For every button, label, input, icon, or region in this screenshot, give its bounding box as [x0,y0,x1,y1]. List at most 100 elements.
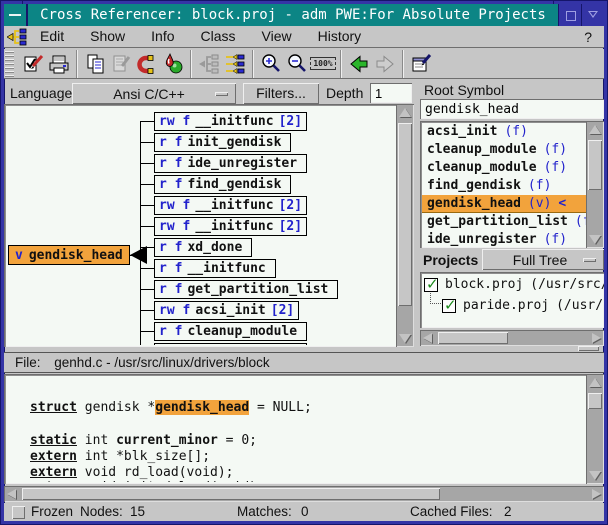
menu-view[interactable]: View [249,26,305,47]
edit-file-button-disabled[interactable] [108,50,134,78]
symbol-list-item[interactable]: cleanup_module(f) [422,141,586,159]
edit-annotate-button[interactable] [20,50,46,78]
zoom-in-icon [260,53,282,75]
project-mode-dropdown[interactable]: Full Tree [482,249,604,270]
scrollbar-thumb[interactable] [438,332,508,344]
code-vertical-scrollbar[interactable] [586,374,604,484]
menu-edit[interactable]: Edit [27,26,77,47]
magnet-filter-button[interactable] [134,50,160,78]
tree-node[interactable]: rw f__initfunc[2] [154,343,307,345]
checked-checkbox-icon[interactable] [442,299,456,313]
title-bar[interactable]: Cross Referencer: block.proj - adm PWE:F… [4,4,604,26]
checked-checkbox-icon[interactable] [424,278,438,292]
pane-sash-handle[interactable] [578,346,599,351]
symbol-list-item[interactable]: get_partition_list(f) [422,213,586,231]
scroll-up-arrow[interactable] [396,104,414,121]
scrollbar-track[interactable] [396,121,414,330]
scroll-right-arrow[interactable] [588,486,604,502]
scroll-down-arrow[interactable] [586,231,604,248]
filters-button[interactable]: Filters... [243,83,319,104]
minimize-button[interactable] [4,4,28,26]
language-dropdown[interactable]: Ansi C/C++ [72,83,236,104]
symbol-list-item[interactable]: cleanup_module(f) [422,159,586,177]
maximize-button[interactable] [558,4,581,26]
project-item[interactable]: block.proj (/usr/src/lin [424,277,604,292]
tree-connector [140,121,154,122]
symbol-list-item[interactable]: ide_unregister(f) [422,231,586,249]
reference-tree-panel[interactable]: v gendisk_head rw f__initfunc[2] r finit… [4,104,414,347]
scroll-down-arrow[interactable] [396,330,414,347]
tree-node[interactable]: rw f__initfunc[2] [154,217,307,236]
magnet-icon [136,53,158,75]
tree-node[interactable]: r finit_gendisk [154,133,291,152]
scroll-up-arrow[interactable] [586,121,604,138]
tree-node[interactable]: r fxd_done [154,238,252,257]
depth-input[interactable] [370,83,412,103]
status-bar: Frozen Nodes: 15 Matches: 0 Cached Files… [4,503,604,521]
root-arrow-icon [130,246,147,264]
print-button[interactable] [46,50,72,78]
menu-show[interactable]: Show [77,26,138,47]
scrollbar-thumb[interactable] [588,393,602,409]
scrollbar-track[interactable] [586,391,604,467]
tree-node[interactable]: r fget_partition_list [154,280,338,299]
option-menu-dash-icon [215,92,228,96]
zoom-in-button[interactable] [258,50,284,78]
symbol-list-scrollbar[interactable] [586,121,604,248]
symbol-list-item[interactable]: find_gendisk(f) [422,177,586,195]
zoom-out-button[interactable] [284,50,310,78]
tree-vertical-scrollbar[interactable] [396,104,414,347]
frozen-checkbox[interactable] [12,506,25,519]
projects-label: Projects [423,252,478,268]
root-symbol-input[interactable] [420,99,604,119]
scroll-left-arrow[interactable] [420,330,436,346]
properties-button[interactable] [408,50,434,78]
source-code-panel[interactable]: */ struct gendisk *gendisk_head = NULL; … [4,374,604,484]
symbol-list-item[interactable]: acsi_init(f) [422,123,586,141]
history-back-button[interactable] [346,50,372,78]
tree-node[interactable]: rw f__initfunc[2] [154,196,307,215]
symbol-list-item-selected[interactable]: gendisk_head(v)< [422,195,586,213]
scrollbar-thumb[interactable] [22,488,440,500]
scrollbar-thumb[interactable] [588,140,602,190]
tree-node[interactable]: rw f__initfunc[2] [154,112,307,131]
graph-layout-button-disabled[interactable] [196,50,222,78]
scroll-up-arrow[interactable] [586,374,604,391]
reference-tree: v gendisk_head rw f__initfunc[2] r finit… [6,106,394,345]
scrollbar-track[interactable] [586,138,604,231]
scrollbar-thumb[interactable] [398,123,412,306]
toolbar-grip-handle[interactable] [5,51,14,77]
scrollbar-track[interactable] [20,486,588,502]
tree-node[interactable]: r fide_unregister [154,154,307,173]
code-horizontal-scrollbar[interactable] [4,486,604,502]
menu-info[interactable]: Info [138,26,187,47]
tree-node[interactable]: r ffind_gendisk [154,175,291,194]
tree-root-node[interactable]: v gendisk_head [8,245,147,265]
projects-horizontal-scrollbar[interactable] [420,330,604,346]
copy-button[interactable] [82,50,108,78]
cached-files-label: Cached Files: [410,503,493,521]
paint-drop-icon [162,53,184,75]
code-line-clipped: */ [164,376,180,379]
toolbar-separator [402,50,404,78]
scroll-right-arrow[interactable] [588,330,604,346]
toolbar-separator [190,50,192,78]
projects-list[interactable]: block.proj (/usr/src/lin paride.proj (/u… [420,272,604,328]
graph-layout-button[interactable] [222,50,248,78]
zoom-100-button[interactable]: 100% [310,50,336,78]
scroll-left-arrow[interactable] [4,486,20,502]
history-forward-button-disabled[interactable] [372,50,398,78]
tree-node[interactable]: r f__initfunc [154,259,276,278]
tree-node[interactable]: rw facsi_init[2] [154,301,299,320]
project-item[interactable]: paride.proj (/usr/src [442,298,604,313]
symbol-list[interactable]: acsi_init(f) cleanup_module(f) cleanup_m… [420,121,604,248]
paint-mark-button[interactable] [160,50,186,78]
scrollbar-track[interactable] [436,330,588,346]
tree-connector [140,310,154,311]
menu-help[interactable]: ? [572,29,604,45]
shade-button[interactable] [581,4,604,26]
tree-node[interactable]: r fcleanup_module [154,322,307,341]
menu-class[interactable]: Class [188,26,249,47]
menu-history[interactable]: History [305,26,375,47]
scroll-down-arrow[interactable] [586,467,604,484]
